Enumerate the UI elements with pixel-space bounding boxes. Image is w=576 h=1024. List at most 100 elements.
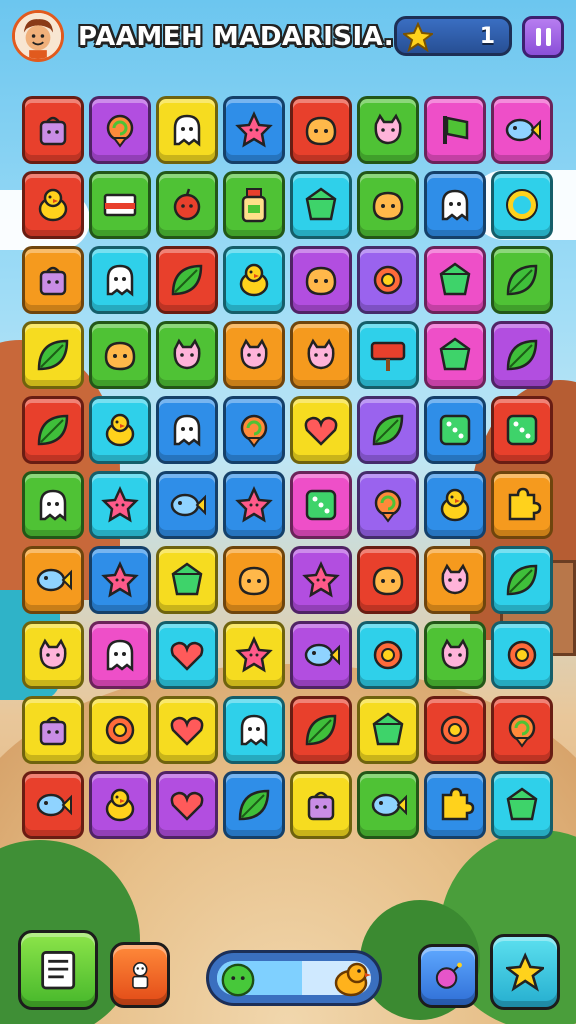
tile[interactable] <box>156 471 218 539</box>
tile[interactable] <box>156 396 218 464</box>
tile[interactable] <box>357 96 419 164</box>
tile[interactable] <box>22 246 84 314</box>
tile[interactable] <box>22 96 84 164</box>
tile[interactable] <box>424 396 486 464</box>
tile[interactable] <box>223 771 285 839</box>
tile[interactable] <box>89 246 151 314</box>
tile[interactable] <box>424 771 486 839</box>
star-icon <box>505 952 545 992</box>
tile[interactable] <box>357 696 419 764</box>
tile[interactable] <box>22 321 84 389</box>
tile[interactable] <box>223 546 285 614</box>
tile[interactable] <box>22 546 84 614</box>
tile[interactable] <box>491 696 553 764</box>
tile[interactable] <box>290 471 352 539</box>
ghost-icon <box>106 639 134 672</box>
tile[interactable] <box>223 621 285 689</box>
tile[interactable] <box>424 471 486 539</box>
tile[interactable] <box>156 621 218 689</box>
tile[interactable] <box>22 621 84 689</box>
tile[interactable] <box>290 396 352 464</box>
tile[interactable] <box>357 321 419 389</box>
tile[interactable] <box>22 471 84 539</box>
tile[interactable] <box>357 546 419 614</box>
tile[interactable] <box>424 96 486 164</box>
tile[interactable] <box>290 546 352 614</box>
tile[interactable] <box>22 696 84 764</box>
tile[interactable] <box>357 471 419 539</box>
game-board <box>22 96 558 852</box>
tile[interactable] <box>156 546 218 614</box>
tile[interactable] <box>424 246 486 314</box>
tile[interactable] <box>491 96 553 164</box>
tile[interactable] <box>156 321 218 389</box>
character-button[interactable] <box>110 942 170 1008</box>
tile[interactable] <box>223 96 285 164</box>
pause-button[interactable] <box>522 16 564 58</box>
tile[interactable] <box>290 321 352 389</box>
tile[interactable] <box>491 546 553 614</box>
tile[interactable] <box>223 396 285 464</box>
tile[interactable] <box>156 246 218 314</box>
card-icon <box>103 193 137 217</box>
tile[interactable] <box>22 771 84 839</box>
tile[interactable] <box>156 171 218 239</box>
dice-icon <box>439 414 471 446</box>
gem-icon <box>439 337 471 371</box>
tile[interactable] <box>156 696 218 764</box>
tile[interactable] <box>156 771 218 839</box>
star-button[interactable] <box>490 934 560 1010</box>
tile[interactable] <box>424 546 486 614</box>
tile[interactable] <box>290 246 352 314</box>
tile[interactable] <box>491 771 553 839</box>
tile[interactable] <box>223 696 285 764</box>
flower-icon <box>440 715 470 745</box>
tile[interactable] <box>89 321 151 389</box>
tile[interactable] <box>89 396 151 464</box>
tile[interactable] <box>424 321 486 389</box>
tile[interactable] <box>357 396 419 464</box>
booster-button[interactable] <box>418 944 478 1008</box>
tile[interactable] <box>89 171 151 239</box>
player-avatar[interactable] <box>12 10 64 62</box>
tile[interactable] <box>491 321 553 389</box>
tile[interactable] <box>223 246 285 314</box>
tile[interactable] <box>290 96 352 164</box>
tile[interactable] <box>22 171 84 239</box>
tile[interactable] <box>89 546 151 614</box>
score-counter: 1 <box>394 16 512 56</box>
tile[interactable] <box>89 771 151 839</box>
flag-icon <box>443 116 469 144</box>
tile[interactable] <box>89 696 151 764</box>
tile[interactable] <box>290 621 352 689</box>
tile[interactable] <box>156 96 218 164</box>
tile[interactable] <box>290 771 352 839</box>
star-icon <box>235 635 273 673</box>
tile[interactable] <box>357 771 419 839</box>
tile[interactable] <box>22 396 84 464</box>
score-value: 1 <box>479 24 495 49</box>
tile[interactable] <box>491 621 553 689</box>
tile[interactable] <box>491 171 553 239</box>
tile[interactable] <box>357 171 419 239</box>
tile[interactable] <box>491 471 553 539</box>
tile[interactable] <box>357 246 419 314</box>
tile[interactable] <box>89 471 151 539</box>
tile[interactable] <box>89 96 151 164</box>
tile[interactable] <box>424 621 486 689</box>
leaf-icon <box>372 414 404 446</box>
flower-icon <box>373 265 403 295</box>
tile[interactable] <box>491 246 553 314</box>
tile[interactable] <box>424 696 486 764</box>
tile[interactable] <box>89 621 151 689</box>
tile[interactable] <box>223 171 285 239</box>
tile[interactable] <box>491 396 553 464</box>
tile[interactable] <box>424 171 486 239</box>
tile[interactable] <box>290 171 352 239</box>
menu-button[interactable] <box>18 930 98 1010</box>
tile[interactable] <box>290 696 352 764</box>
tile[interactable] <box>223 471 285 539</box>
gem-icon <box>506 787 538 821</box>
tile[interactable] <box>357 621 419 689</box>
tile[interactable] <box>223 321 285 389</box>
